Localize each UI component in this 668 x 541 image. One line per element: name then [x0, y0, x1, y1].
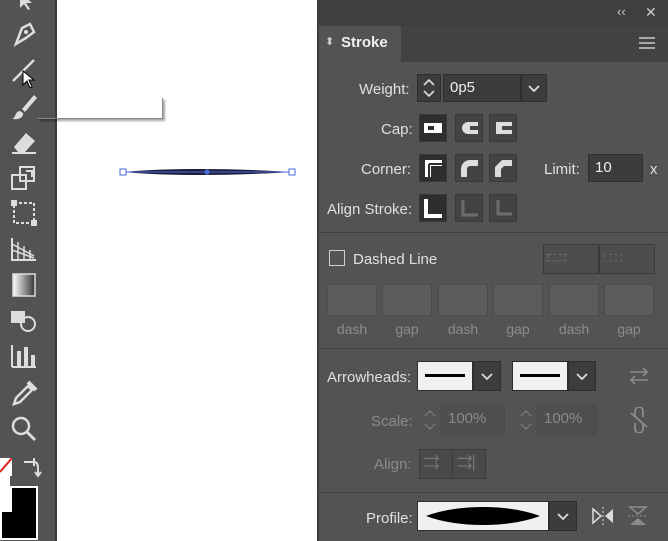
mouse-cursor-icon — [22, 69, 36, 90]
scale-label: Scale: — [371, 413, 413, 430]
link-scale-icon[interactable] — [627, 406, 651, 434]
arrowheads-label: Arrowheads: — [327, 369, 412, 386]
end-scale-input[interactable]: 100% — [537, 405, 597, 435]
section-divider — [319, 232, 668, 233]
close-panel-button[interactable]: ✕ — [645, 4, 657, 21]
dash-3-input[interactable] — [549, 284, 599, 316]
end-arrowhead-dropdown-button[interactable] — [568, 361, 596, 391]
width-profile-select[interactable] — [417, 501, 549, 531]
start-scale-stepper[interactable] — [419, 405, 441, 435]
align-stroke-center-button[interactable] — [419, 194, 447, 222]
dash-2-label: dash — [447, 321, 479, 337]
align-stroke-label: Align Stroke: — [327, 201, 413, 218]
section-divider — [319, 492, 668, 493]
tab-stroke[interactable]: ⬍ Stroke — [319, 26, 401, 62]
gap-1-input[interactable] — [382, 284, 432, 316]
dash-2-input[interactable] — [438, 284, 488, 316]
fill-swatch-none-icon[interactable] — [0, 457, 13, 476]
start-arrowhead-dropdown-button[interactable] — [473, 361, 501, 391]
end-scale-stepper[interactable] — [515, 405, 537, 435]
butt-cap-button[interactable] — [419, 114, 447, 142]
paintbrush-tool-icon[interactable] — [8, 92, 40, 122]
collapse-panel-button[interactable]: ‹‹ — [617, 4, 626, 19]
cap-label: Cap: — [381, 121, 413, 138]
preserve-dash-button[interactable] — [543, 244, 599, 274]
dashed-line-checkbox[interactable] — [329, 250, 345, 266]
weight-input[interactable]: 0p5 — [443, 74, 521, 102]
dashed-line-label: Dashed Line — [353, 251, 438, 268]
scale-tool-icon[interactable] — [8, 163, 40, 193]
miter-join-button[interactable] — [419, 154, 447, 182]
weight-label: Weight: — [359, 81, 410, 98]
round-join-button[interactable] — [455, 154, 483, 182]
profile-dropdown-button[interactable] — [549, 501, 577, 531]
sort-arrows-icon: ⬍ — [325, 36, 335, 48]
free-transform-tool-icon[interactable] — [8, 198, 40, 228]
tool-tooltip — [37, 98, 163, 119]
pen-tool-icon[interactable] — [8, 20, 40, 50]
miter-limit-input[interactable]: 10 — [588, 154, 643, 182]
shape-builder-tool-icon[interactable] — [8, 306, 40, 336]
dash-1-label: dash — [336, 321, 368, 337]
align-dash-corners-button[interactable] — [599, 244, 655, 274]
gap-2-label: gap — [506, 321, 530, 337]
weight-dropdown-button[interactable] — [521, 74, 547, 102]
direct-selection-tool-icon[interactable] — [8, 0, 40, 20]
perspective-grid-tool-icon[interactable] — [8, 234, 40, 264]
corner-label: Corner: — [361, 161, 412, 178]
eraser-tool-icon[interactable] — [8, 127, 40, 157]
round-cap-button[interactable] — [455, 114, 483, 142]
artboard-canvas[interactable] — [37, 0, 317, 541]
align-arrows-label: Align: — [374, 456, 412, 473]
tools-panel — [0, 0, 57, 541]
stroke-panel: ‹‹ ✕ ⬍ Stroke Weight: 0p5 Cap: Corner: L… — [317, 0, 668, 541]
limit-unit: x — [650, 161, 658, 178]
extend-arrow-tip-button[interactable] — [419, 449, 453, 479]
gap-2-input[interactable] — [493, 284, 543, 316]
align-stroke-outside-button[interactable] — [489, 194, 517, 222]
dash-3-label: dash — [558, 321, 590, 337]
start-scale-input[interactable]: 100% — [441, 405, 505, 435]
selected-path[interactable] — [117, 162, 297, 182]
stroke-swatch-icon[interactable] — [0, 486, 38, 540]
place-arrow-tip-button[interactable] — [452, 449, 486, 479]
gap-3-label: gap — [617, 321, 641, 337]
section-divider — [319, 348, 668, 349]
align-stroke-inside-button[interactable] — [455, 194, 483, 222]
limit-label: Limit: — [544, 161, 580, 178]
zoom-tool-icon[interactable] — [8, 414, 40, 444]
eyedropper-tool-icon[interactable] — [8, 378, 40, 408]
flip-along-icon[interactable] — [591, 506, 615, 526]
swap-fill-stroke-icon[interactable] — [20, 456, 42, 478]
gradient-tool-icon[interactable] — [8, 270, 40, 300]
bevel-join-button[interactable] — [489, 154, 517, 182]
profile-label: Profile: — [366, 510, 413, 527]
projecting-cap-button[interactable] — [489, 114, 517, 142]
weight-stepper[interactable] — [417, 74, 441, 102]
panel-titlebar: ‹‹ ✕ — [319, 0, 668, 26]
swap-arrowheads-icon[interactable] — [627, 366, 651, 386]
end-arrowhead-select[interactable] — [512, 361, 568, 391]
flip-across-icon[interactable] — [627, 505, 649, 527]
dash-1-input[interactable] — [327, 284, 377, 316]
column-graph-tool-icon[interactable] — [8, 341, 40, 371]
hamburger-menu-icon[interactable] — [639, 36, 655, 50]
start-arrowhead-select[interactable] — [417, 361, 473, 391]
gap-3-input[interactable] — [604, 284, 654, 316]
panel-title: Stroke — [341, 34, 388, 51]
gap-1-label: gap — [395, 321, 419, 337]
